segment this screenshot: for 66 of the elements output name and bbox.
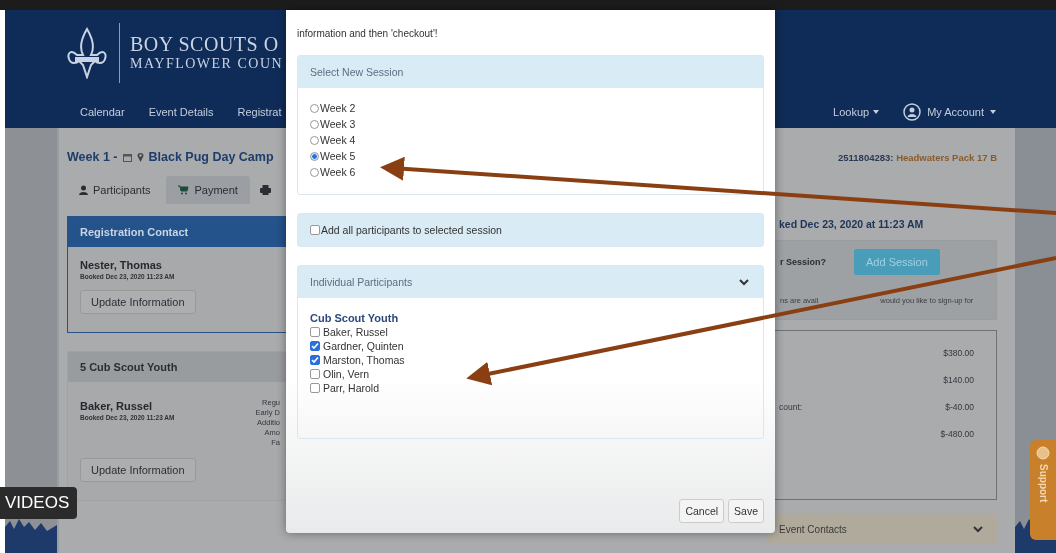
event-contacts-label: Event Contacts [778, 523, 847, 535]
update-information-button[interactable]: Update Information [80, 290, 196, 314]
radio-button[interactable] [310, 103, 319, 113]
session-radio-option[interactable]: Week 4 [310, 134, 751, 146]
chevron-icon[interactable] [739, 278, 749, 286]
user-avatar-icon [903, 102, 922, 121]
support-icon [1036, 446, 1050, 460]
tab[interactable]: Payment [166, 176, 250, 204]
checkbox[interactable] [310, 355, 320, 365]
contact-name: Nester, Thomas [80, 259, 163, 271]
site-title: BOY SCOUTS O [130, 33, 280, 56]
amount-value: $-480.00 [940, 428, 974, 439]
checkbox[interactable] [310, 369, 320, 379]
add-all-checkbox-option[interactable]: Add all participants to selected session [310, 224, 502, 236]
videos-badge[interactable]: VIDEOS [0, 487, 78, 519]
radio-button[interactable] [310, 135, 319, 145]
cart-icon [178, 185, 190, 195]
radio-button[interactable] [310, 167, 319, 177]
participant-checkbox-option[interactable]: Baker, Russel [310, 326, 751, 338]
participant-checkbox-option[interactable]: Gardner, Quinten [310, 340, 751, 352]
checkbox[interactable] [310, 327, 320, 337]
printer-icon[interactable] [259, 185, 271, 195]
event-name: Black Pug Day Camp [148, 150, 274, 164]
panel-title: Individual Participants [310, 276, 413, 288]
participant-checkbox-option[interactable]: Olin, Vern [310, 368, 751, 380]
checkbox[interactable] [310, 225, 320, 235]
checkbox[interactable] [310, 341, 320, 351]
session-prompt: r Session? [780, 257, 826, 267]
calendar-icon [122, 152, 132, 162]
amount-value: $-40.00 [945, 401, 974, 412]
site-subtitle: MAYFLOWER COUN [130, 56, 284, 72]
nav-link[interactable]: Calendar [80, 105, 125, 118]
session-radio-option[interactable]: Week 5 [310, 150, 751, 162]
save-button[interactable]: Save [728, 499, 764, 523]
session-radio-option[interactable]: Week 6 [310, 166, 751, 178]
participant-checkbox-option[interactable]: Marston, Thomas [310, 354, 751, 366]
amount-value: $140.00 [943, 374, 974, 385]
modal-intro: information and then 'checkout'! [297, 28, 439, 39]
session-radio-option[interactable]: Week 3 [310, 118, 751, 130]
panel-heading[interactable]: Individual Participants [298, 266, 763, 298]
participant-name: Baker, Russel [80, 400, 154, 412]
cancel-button[interactable]: Cancel [679, 499, 725, 523]
caret-icon [873, 109, 880, 114]
unit-heading: 2511804283: Headwaters Pack 17 B [837, 152, 998, 163]
nav-link[interactable]: Registrat [237, 105, 282, 118]
session-radio-option[interactable]: Week 2 [310, 102, 751, 114]
event-week: Week 1 - [67, 150, 118, 164]
lookup-menu[interactable]: Lookup [833, 105, 870, 118]
booked-heading: ked Dec 23, 2020 at 11:23 AM [779, 218, 925, 230]
event-contacts-bar[interactable]: Event Contacts [767, 514, 997, 544]
person-icon [79, 185, 88, 195]
location-pin-icon [136, 152, 144, 162]
account-menu[interactable]: My Account [927, 105, 984, 118]
participant-checkbox-option[interactable]: Parr, Harold [310, 382, 751, 394]
group-heading: Cub Scout Youth [310, 312, 400, 324]
panel-heading: Select New Session [298, 56, 763, 88]
fleur-de-lis-logo-icon [65, 26, 109, 79]
chevron-down-icon [973, 525, 983, 533]
caret-icon [990, 109, 996, 114]
amount-value: $380.00 [943, 347, 974, 358]
amount-label: count: [779, 401, 803, 412]
checkbox[interactable] [310, 383, 320, 393]
nav-link[interactable]: Event Details [148, 105, 214, 118]
radio-button[interactable] [310, 151, 319, 161]
update-information-button[interactable]: Update Information [80, 458, 196, 482]
radio-button[interactable] [310, 119, 319, 129]
